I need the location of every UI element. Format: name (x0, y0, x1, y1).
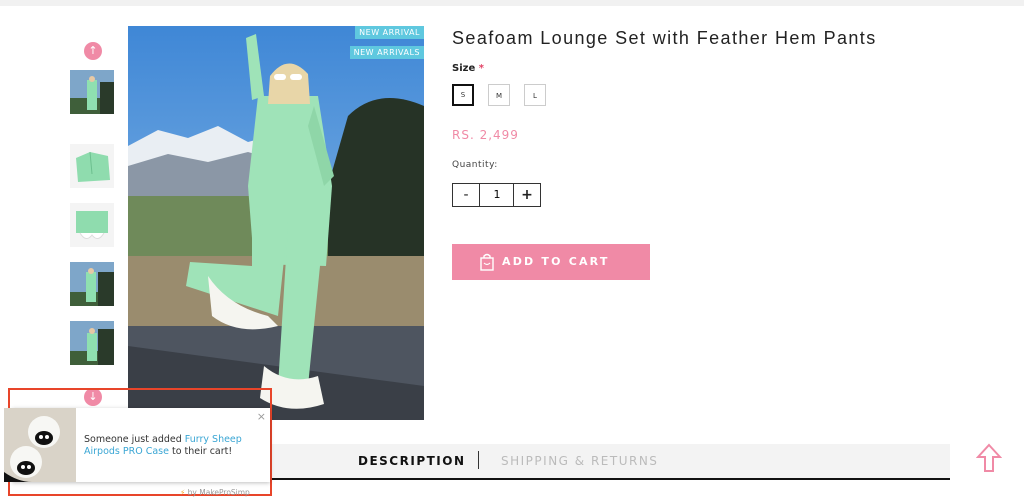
size-label-text: Size (452, 63, 476, 74)
new-arrivals-badge: NEW ARRIVALS (349, 46, 424, 59)
quantity-stepper: - + (452, 183, 541, 207)
notification-product-image (4, 408, 76, 482)
cart-notification-highlight: Someone just added Furry Sheep Airpods P… (4, 388, 272, 497)
thumbnail-2[interactable] (70, 144, 114, 188)
quantity-increase-button[interactable]: + (513, 184, 540, 206)
cart-notification[interactable]: Someone just added Furry Sheep Airpods P… (4, 408, 270, 482)
top-bar (0, 0, 1024, 6)
notification-credit[interactable]: ⚡ by MakeProSimp (180, 488, 250, 497)
size-option-m[interactable]: M (488, 84, 510, 106)
notification-prefix: Someone just added (84, 434, 185, 445)
tab-description[interactable]: DESCRIPTION (358, 454, 466, 468)
notification-suffix: to their cart! (168, 446, 233, 457)
thumbnails-up-icon[interactable]: ↑ (84, 42, 102, 60)
tab-shipping-returns[interactable]: SHIPPING & RETURNS (501, 454, 658, 468)
size-option-s[interactable]: S (452, 84, 474, 106)
quantity-decrease-button[interactable]: - (453, 184, 480, 206)
product-tabs: DESCRIPTION SHIPPING & RETURNS (270, 444, 950, 480)
thumbnail-3[interactable] (70, 203, 114, 247)
tab-divider (478, 451, 479, 469)
quantity-input[interactable] (480, 184, 514, 206)
product-price: RS. 2,499 (452, 128, 519, 142)
product-title: Seafoam Lounge Set with Feather Hem Pant… (452, 28, 877, 48)
main-product-image[interactable]: NEW ARRIVAL NEW ARRIVALS (128, 26, 424, 420)
new-arrival-badge: NEW ARRIVAL (355, 26, 424, 39)
close-icon[interactable]: × (257, 410, 266, 423)
size-option-l[interactable]: L (524, 84, 546, 106)
add-to-cart-label: ADD TO CART (502, 255, 610, 268)
quantity-label: Quantity: (452, 160, 498, 170)
notification-message: Someone just added Furry Sheep Airpods P… (84, 434, 264, 458)
back-to-top-icon[interactable] (976, 443, 1002, 473)
add-to-cart-button[interactable]: ADD TO CART (452, 244, 650, 280)
size-label: Size * (452, 63, 484, 74)
thumbnail-5[interactable] (70, 321, 114, 365)
thumbnail-4[interactable] (70, 262, 114, 306)
required-mark: * (478, 63, 484, 74)
shopping-bag-icon (480, 253, 494, 271)
bolt-icon: ⚡ (180, 488, 186, 497)
thumbnail-1[interactable] (70, 70, 114, 114)
notification-credit-text: by MakeProSimp (187, 488, 250, 497)
